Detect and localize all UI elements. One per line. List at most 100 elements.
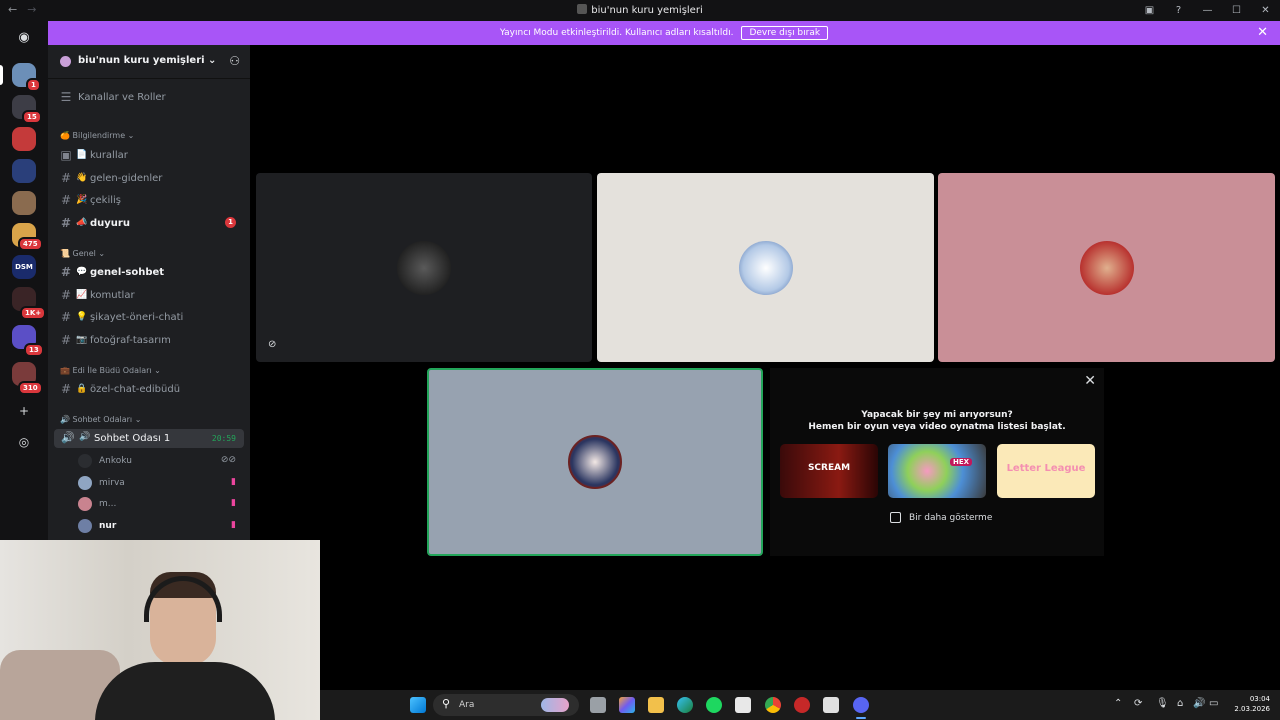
channel-item[interactable]: # 🎉 çekiliş [54, 190, 244, 210]
discord-app: ← → biu'nun kuru yemişleri ▣ ? — ☐ ✕ ◉ 1… [0, 0, 1280, 720]
guild-icon[interactable] [12, 191, 36, 215]
list-icon: ☰ [60, 90, 72, 104]
discord-home-icon[interactable]: ◉ [12, 27, 36, 51]
game-card-scream[interactable]: SCREAM [780, 444, 878, 498]
disable-button[interactable]: Devre dışı bırak [741, 26, 829, 40]
voice-stage: ⊘ ✕ Yapacak bir şey mi arıyorsun? Hemen … [250, 45, 1280, 690]
close-icon[interactable]: ✕ [1084, 373, 1096, 389]
chrome-icon[interactable] [765, 697, 781, 713]
volume-icon[interactable]: 🔊 [1193, 698, 1205, 709]
add-server-icon[interactable]: + [14, 401, 34, 421]
hash-icon: # [60, 310, 72, 324]
inbox-icon[interactable]: ▣ [1135, 5, 1164, 16]
battery-icon[interactable]: ▭ [1209, 698, 1218, 709]
app-icon[interactable] [794, 697, 810, 713]
taskbar-search[interactable]: ⚲ Ara [433, 694, 579, 716]
copilot-icon[interactable] [619, 697, 635, 713]
channel-item[interactable]: # 🔒 özel-chat-edibüdü [54, 379, 244, 399]
banner-text: Yayıncı Modu etkinleştirildi. Kullanıcı … [499, 28, 734, 38]
game-card-hex[interactable]: HEX [888, 444, 986, 498]
network-icon[interactable]: ⌂ [1177, 698, 1183, 709]
avatar [1079, 240, 1134, 295]
mic-icon[interactable]: 🎙 [1156, 698, 1169, 709]
channel-item[interactable]: # 📣 duyuru 1 [54, 213, 244, 233]
avatar [78, 454, 92, 468]
activity-suggestion: ✕ Yapacak bir şey mi arıyorsun? Hemen bi… [770, 368, 1104, 556]
discover-icon[interactable]: ◎ [14, 432, 34, 452]
dont-show-checkbox[interactable]: Bir daha gösterme [890, 512, 992, 523]
avatar [568, 435, 622, 489]
guild-icon[interactable] [12, 159, 36, 183]
category-header[interactable]: 🍊 Bilgilendirme ⌄ [60, 131, 134, 140]
search-icon: ⚲ [442, 697, 451, 710]
checkbox[interactable] [890, 512, 901, 523]
sync-icon[interactable]: ⟳ [1134, 698, 1142, 709]
voice-user[interactable]: mirva ▮ [78, 473, 248, 493]
edge-icon[interactable] [677, 697, 693, 713]
game-card-letter-league[interactable]: Letter League [997, 444, 1095, 498]
category-header[interactable]: 🔊 Sohbet Odaları ⌄ [60, 415, 141, 424]
store-icon[interactable] [735, 697, 751, 713]
participant-tile[interactable] [597, 173, 934, 362]
title-bar: ← → biu'nun kuru yemişleri ▣ ? — ☐ ✕ [0, 0, 1280, 21]
taskbar: ⚲ Ara ⌃ ⟳ 🎙 ⌂ 🔊 ▭ 03:04 2.03.2026 [320, 690, 1280, 720]
file-explorer-icon[interactable] [648, 697, 664, 713]
participant-tile[interactable]: ⊘ [256, 173, 592, 362]
muted-deafened-icon: ⊘⊘ [220, 455, 236, 465]
channel-item[interactable]: # 💡 şikayet-öneri-chati [54, 307, 244, 327]
category-header[interactable]: 💼 Edi İle Büdü Odaları ⌄ [60, 366, 161, 375]
category-icon: 💼 [60, 366, 70, 375]
screen-share-icon: ▮ [231, 498, 236, 508]
close-icon[interactable]: ✕ [1257, 25, 1268, 40]
avatar [78, 476, 92, 490]
voice-timer: 20:59 [211, 434, 236, 443]
channel-item[interactable]: # 💬 genel-sohbet [54, 262, 244, 282]
participant-tile-speaking[interactable] [427, 368, 763, 556]
avatar [738, 240, 793, 295]
hash-icon: # [60, 193, 72, 207]
task-view-icon[interactable] [590, 697, 606, 713]
window-controls: ▣ ? — ☐ ✕ [1135, 0, 1280, 21]
guild-badge: 475 [18, 237, 43, 251]
speaker-icon: 🔊 [60, 415, 70, 424]
guild-icon[interactable]: DSM [12, 255, 36, 279]
activity-title: Yapacak bir şey mi arıyorsun? [861, 410, 1013, 420]
spotify-icon[interactable] [706, 697, 722, 713]
channel-item[interactable]: # 👋 gelen-gidenler [54, 168, 244, 188]
category-icon: 🍊 [60, 131, 70, 140]
minimize-icon[interactable]: — [1193, 5, 1222, 16]
help-icon[interactable]: ? [1164, 5, 1193, 16]
discord-icon[interactable] [853, 697, 869, 713]
windows-start-icon[interactable] [410, 697, 426, 713]
close-icon[interactable]: ✕ [1251, 5, 1280, 16]
speaker-icon: 🔊 [79, 432, 91, 442]
invite-icon[interactable]: ⚇ [229, 54, 240, 68]
participant-tile[interactable] [938, 173, 1275, 362]
window-title: biu'nun kuru yemişleri [0, 4, 1280, 16]
guild-badge: 1K+ [20, 306, 47, 320]
channel-item[interactable]: ▣ 📄 kurallar [54, 145, 244, 165]
selected-pill [0, 65, 3, 85]
vegas-icon[interactable] [823, 697, 839, 713]
maximize-icon[interactable]: ☐ [1222, 5, 1251, 16]
mention-badge: 1 [225, 217, 236, 228]
screen-share-icon: ▮ [231, 477, 236, 487]
mute-icon: ⊘ [268, 339, 277, 350]
voice-user[interactable]: Ankoku ⊘⊘ [78, 451, 248, 471]
voice-user[interactable]: m... ▮ [78, 494, 248, 514]
voice-channel-active[interactable]: 🔊 🔊 Sohbet Odası 1 20:59 [54, 429, 244, 448]
server-header[interactable]: biu'nun kuru yemişleri ⌄ ⚇ [48, 45, 250, 79]
channels-roles[interactable]: ☰ Kanallar ve Roller [54, 87, 244, 107]
avatar [78, 497, 92, 511]
channel-item[interactable]: # 📈 komutlar [54, 285, 244, 305]
category-header[interactable]: 📜 Genel ⌄ [60, 249, 105, 258]
chevron-up-icon[interactable]: ⌃ [1114, 698, 1122, 709]
guild-badge: 1 [26, 78, 41, 92]
guild-badge: 310 [18, 381, 43, 395]
server-icon [60, 56, 71, 67]
channel-item[interactable]: # 📷 fotoğraf-tasarım [54, 330, 244, 350]
guild-icon[interactable] [12, 127, 36, 151]
voice-user[interactable]: nur ▮ [78, 516, 248, 536]
guild-badge: 15 [22, 110, 42, 124]
clock[interactable]: 03:04 2.03.2026 [1234, 694, 1270, 714]
